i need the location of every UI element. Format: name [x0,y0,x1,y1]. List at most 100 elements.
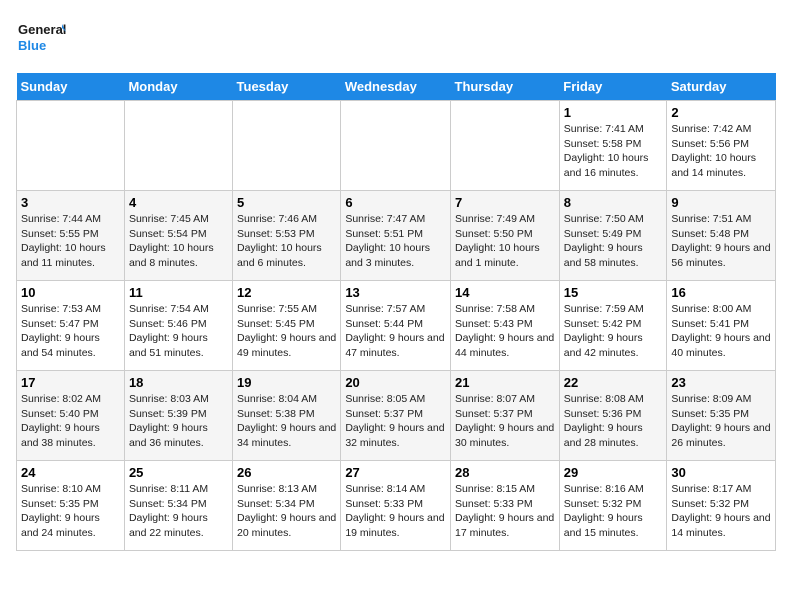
day-number: 13 [345,285,446,300]
day-number: 15 [564,285,663,300]
calendar-week-row: 17 Sunrise: 8:02 AMSunset: 5:40 PMDayligh… [17,371,776,461]
day-detail: Sunrise: 7:50 AMSunset: 5:49 PMDaylight:… [564,212,663,271]
day-number: 26 [237,465,336,480]
calendar-day-cell: 5 Sunrise: 7:46 AMSunset: 5:53 PMDaylight… [233,191,341,281]
day-detail: Sunrise: 8:11 AMSunset: 5:34 PMDaylight:… [129,482,228,541]
day-number: 28 [455,465,555,480]
logo-svg: General Blue [16,16,66,61]
weekday-header-cell: Friday [559,73,667,101]
day-detail: Sunrise: 8:13 AMSunset: 5:34 PMDaylight:… [237,482,336,541]
day-number: 30 [671,465,771,480]
day-detail: Sunrise: 8:15 AMSunset: 5:33 PMDaylight:… [455,482,555,541]
svg-text:Blue: Blue [18,38,46,53]
day-number: 10 [21,285,120,300]
calendar-day-cell: 27Sunrise: 8:14 AMSunset: 5:33 PMDayligh… [341,461,451,551]
calendar-week-row: 1 Sunrise: 7:41 AMSunset: 5:58 PMDaylight… [17,101,776,191]
day-number: 2 [671,105,771,120]
calendar-day-cell [124,101,232,191]
calendar-day-cell [341,101,451,191]
day-detail: Sunrise: 7:57 AMSunset: 5:44 PMDaylight:… [345,302,446,361]
day-number: 29 [564,465,663,480]
day-detail: Sunrise: 7:54 AMSunset: 5:46 PMDaylight:… [129,302,228,361]
day-number: 4 [129,195,228,210]
day-number: 11 [129,285,228,300]
calendar-day-cell: 18 Sunrise: 8:03 AMSunset: 5:39 PMDayligh… [124,371,232,461]
day-detail: Sunrise: 7:46 AMSunset: 5:53 PMDaylight:… [237,212,336,271]
day-detail: Sunrise: 8:07 AMSunset: 5:37 PMDaylight:… [455,392,555,451]
day-number: 8 [564,195,663,210]
day-number: 19 [237,375,336,390]
calendar-day-cell [233,101,341,191]
calendar-day-cell: 23Sunrise: 8:09 AMSunset: 5:35 PMDayligh… [667,371,776,461]
svg-text:General: General [18,22,66,37]
day-detail: Sunrise: 7:47 AMSunset: 5:51 PMDaylight:… [345,212,446,271]
weekday-header-cell: Wednesday [341,73,451,101]
day-number: 3 [21,195,120,210]
calendar-day-cell [17,101,125,191]
calendar-day-cell: 7Sunrise: 7:49 AMSunset: 5:50 PMDaylight… [451,191,560,281]
day-number: 12 [237,285,336,300]
day-detail: Sunrise: 8:17 AMSunset: 5:32 PMDaylight:… [671,482,771,541]
day-detail: Sunrise: 8:03 AMSunset: 5:39 PMDaylight:… [129,392,228,451]
day-detail: Sunrise: 8:10 AMSunset: 5:35 PMDaylight:… [21,482,120,541]
day-number: 21 [455,375,555,390]
calendar-week-row: 24 Sunrise: 8:10 AMSunset: 5:35 PMDayligh… [17,461,776,551]
day-detail: Sunrise: 8:02 AMSunset: 5:40 PMDaylight:… [21,392,120,451]
day-number: 25 [129,465,228,480]
calendar-day-cell: 28 Sunrise: 8:15 AMSunset: 5:33 PMDayligh… [451,461,560,551]
day-number: 1 [564,105,663,120]
calendar-day-cell: 15 Sunrise: 7:59 AMSunset: 5:42 PMDayligh… [559,281,667,371]
calendar-day-cell: 12 Sunrise: 7:55 AMSunset: 5:45 PMDayligh… [233,281,341,371]
day-number: 9 [671,195,771,210]
day-detail: Sunrise: 7:55 AMSunset: 5:45 PMDaylight:… [237,302,336,361]
day-number: 6 [345,195,446,210]
calendar-day-cell: 26 Sunrise: 8:13 AMSunset: 5:34 PMDayligh… [233,461,341,551]
day-detail: Sunrise: 7:51 AMSunset: 5:48 PMDaylight:… [671,212,771,271]
day-detail: Sunrise: 7:44 AMSunset: 5:55 PMDaylight:… [21,212,120,271]
calendar-day-cell: 8 Sunrise: 7:50 AMSunset: 5:49 PMDaylight… [559,191,667,281]
calendar-week-row: 10 Sunrise: 7:53 AMSunset: 5:47 PMDayligh… [17,281,776,371]
day-number: 14 [455,285,555,300]
calendar-day-cell: 11 Sunrise: 7:54 AMSunset: 5:46 PMDayligh… [124,281,232,371]
weekday-header-cell: Thursday [451,73,560,101]
day-detail: Sunrise: 7:41 AMSunset: 5:58 PMDaylight:… [564,122,663,181]
day-detail: Sunrise: 8:08 AMSunset: 5:36 PMDaylight:… [564,392,663,451]
calendar-day-cell: 2 Sunrise: 7:42 AMSunset: 5:56 PMDaylight… [667,101,776,191]
calendar-day-cell: 29 Sunrise: 8:16 AMSunset: 5:32 PMDayligh… [559,461,667,551]
weekday-header-row: SundayMondayTuesdayWednesdayThursdayFrid… [17,73,776,101]
header: General Blue [16,16,776,61]
day-detail: Sunrise: 8:09 AMSunset: 5:35 PMDaylight:… [671,392,771,451]
logo: General Blue [16,16,66,61]
day-number: 5 [237,195,336,210]
day-detail: Sunrise: 8:05 AMSunset: 5:37 PMDaylight:… [345,392,446,451]
day-detail: Sunrise: 7:42 AMSunset: 5:56 PMDaylight:… [671,122,771,181]
calendar-day-cell [451,101,560,191]
calendar-day-cell: 17 Sunrise: 8:02 AMSunset: 5:40 PMDayligh… [17,371,125,461]
day-detail: Sunrise: 7:58 AMSunset: 5:43 PMDaylight:… [455,302,555,361]
day-number: 17 [21,375,120,390]
calendar-day-cell: 20Sunrise: 8:05 AMSunset: 5:37 PMDayligh… [341,371,451,461]
weekday-header-cell: Saturday [667,73,776,101]
calendar-day-cell: 24 Sunrise: 8:10 AMSunset: 5:35 PMDayligh… [17,461,125,551]
calendar-day-cell: 16 Sunrise: 8:00 AMSunset: 5:41 PMDayligh… [667,281,776,371]
day-detail: Sunrise: 7:53 AMSunset: 5:47 PMDaylight:… [21,302,120,361]
day-detail: Sunrise: 8:16 AMSunset: 5:32 PMDaylight:… [564,482,663,541]
calendar-day-cell: 3 Sunrise: 7:44 AMSunset: 5:55 PMDaylight… [17,191,125,281]
day-number: 16 [671,285,771,300]
calendar-table: SundayMondayTuesdayWednesdayThursdayFrid… [16,73,776,551]
calendar-day-cell: 22Sunrise: 8:08 AMSunset: 5:36 PMDayligh… [559,371,667,461]
calendar-day-cell: 19Sunrise: 8:04 AMSunset: 5:38 PMDayligh… [233,371,341,461]
day-number: 24 [21,465,120,480]
weekday-header-cell: Tuesday [233,73,341,101]
calendar-day-cell: 13 Sunrise: 7:57 AMSunset: 5:44 PMDayligh… [341,281,451,371]
weekday-header-cell: Monday [124,73,232,101]
calendar-day-cell: 9 Sunrise: 7:51 AMSunset: 5:48 PMDaylight… [667,191,776,281]
calendar-day-cell: 30 Sunrise: 8:17 AMSunset: 5:32 PMDayligh… [667,461,776,551]
calendar-day-cell: 6 Sunrise: 7:47 AMSunset: 5:51 PMDaylight… [341,191,451,281]
day-number: 18 [129,375,228,390]
calendar-day-cell: 4 Sunrise: 7:45 AMSunset: 5:54 PMDaylight… [124,191,232,281]
day-detail: Sunrise: 8:00 AMSunset: 5:41 PMDaylight:… [671,302,771,361]
day-detail: Sunrise: 7:45 AMSunset: 5:54 PMDaylight:… [129,212,228,271]
day-detail: Sunrise: 7:59 AMSunset: 5:42 PMDaylight:… [564,302,663,361]
calendar-week-row: 3 Sunrise: 7:44 AMSunset: 5:55 PMDaylight… [17,191,776,281]
